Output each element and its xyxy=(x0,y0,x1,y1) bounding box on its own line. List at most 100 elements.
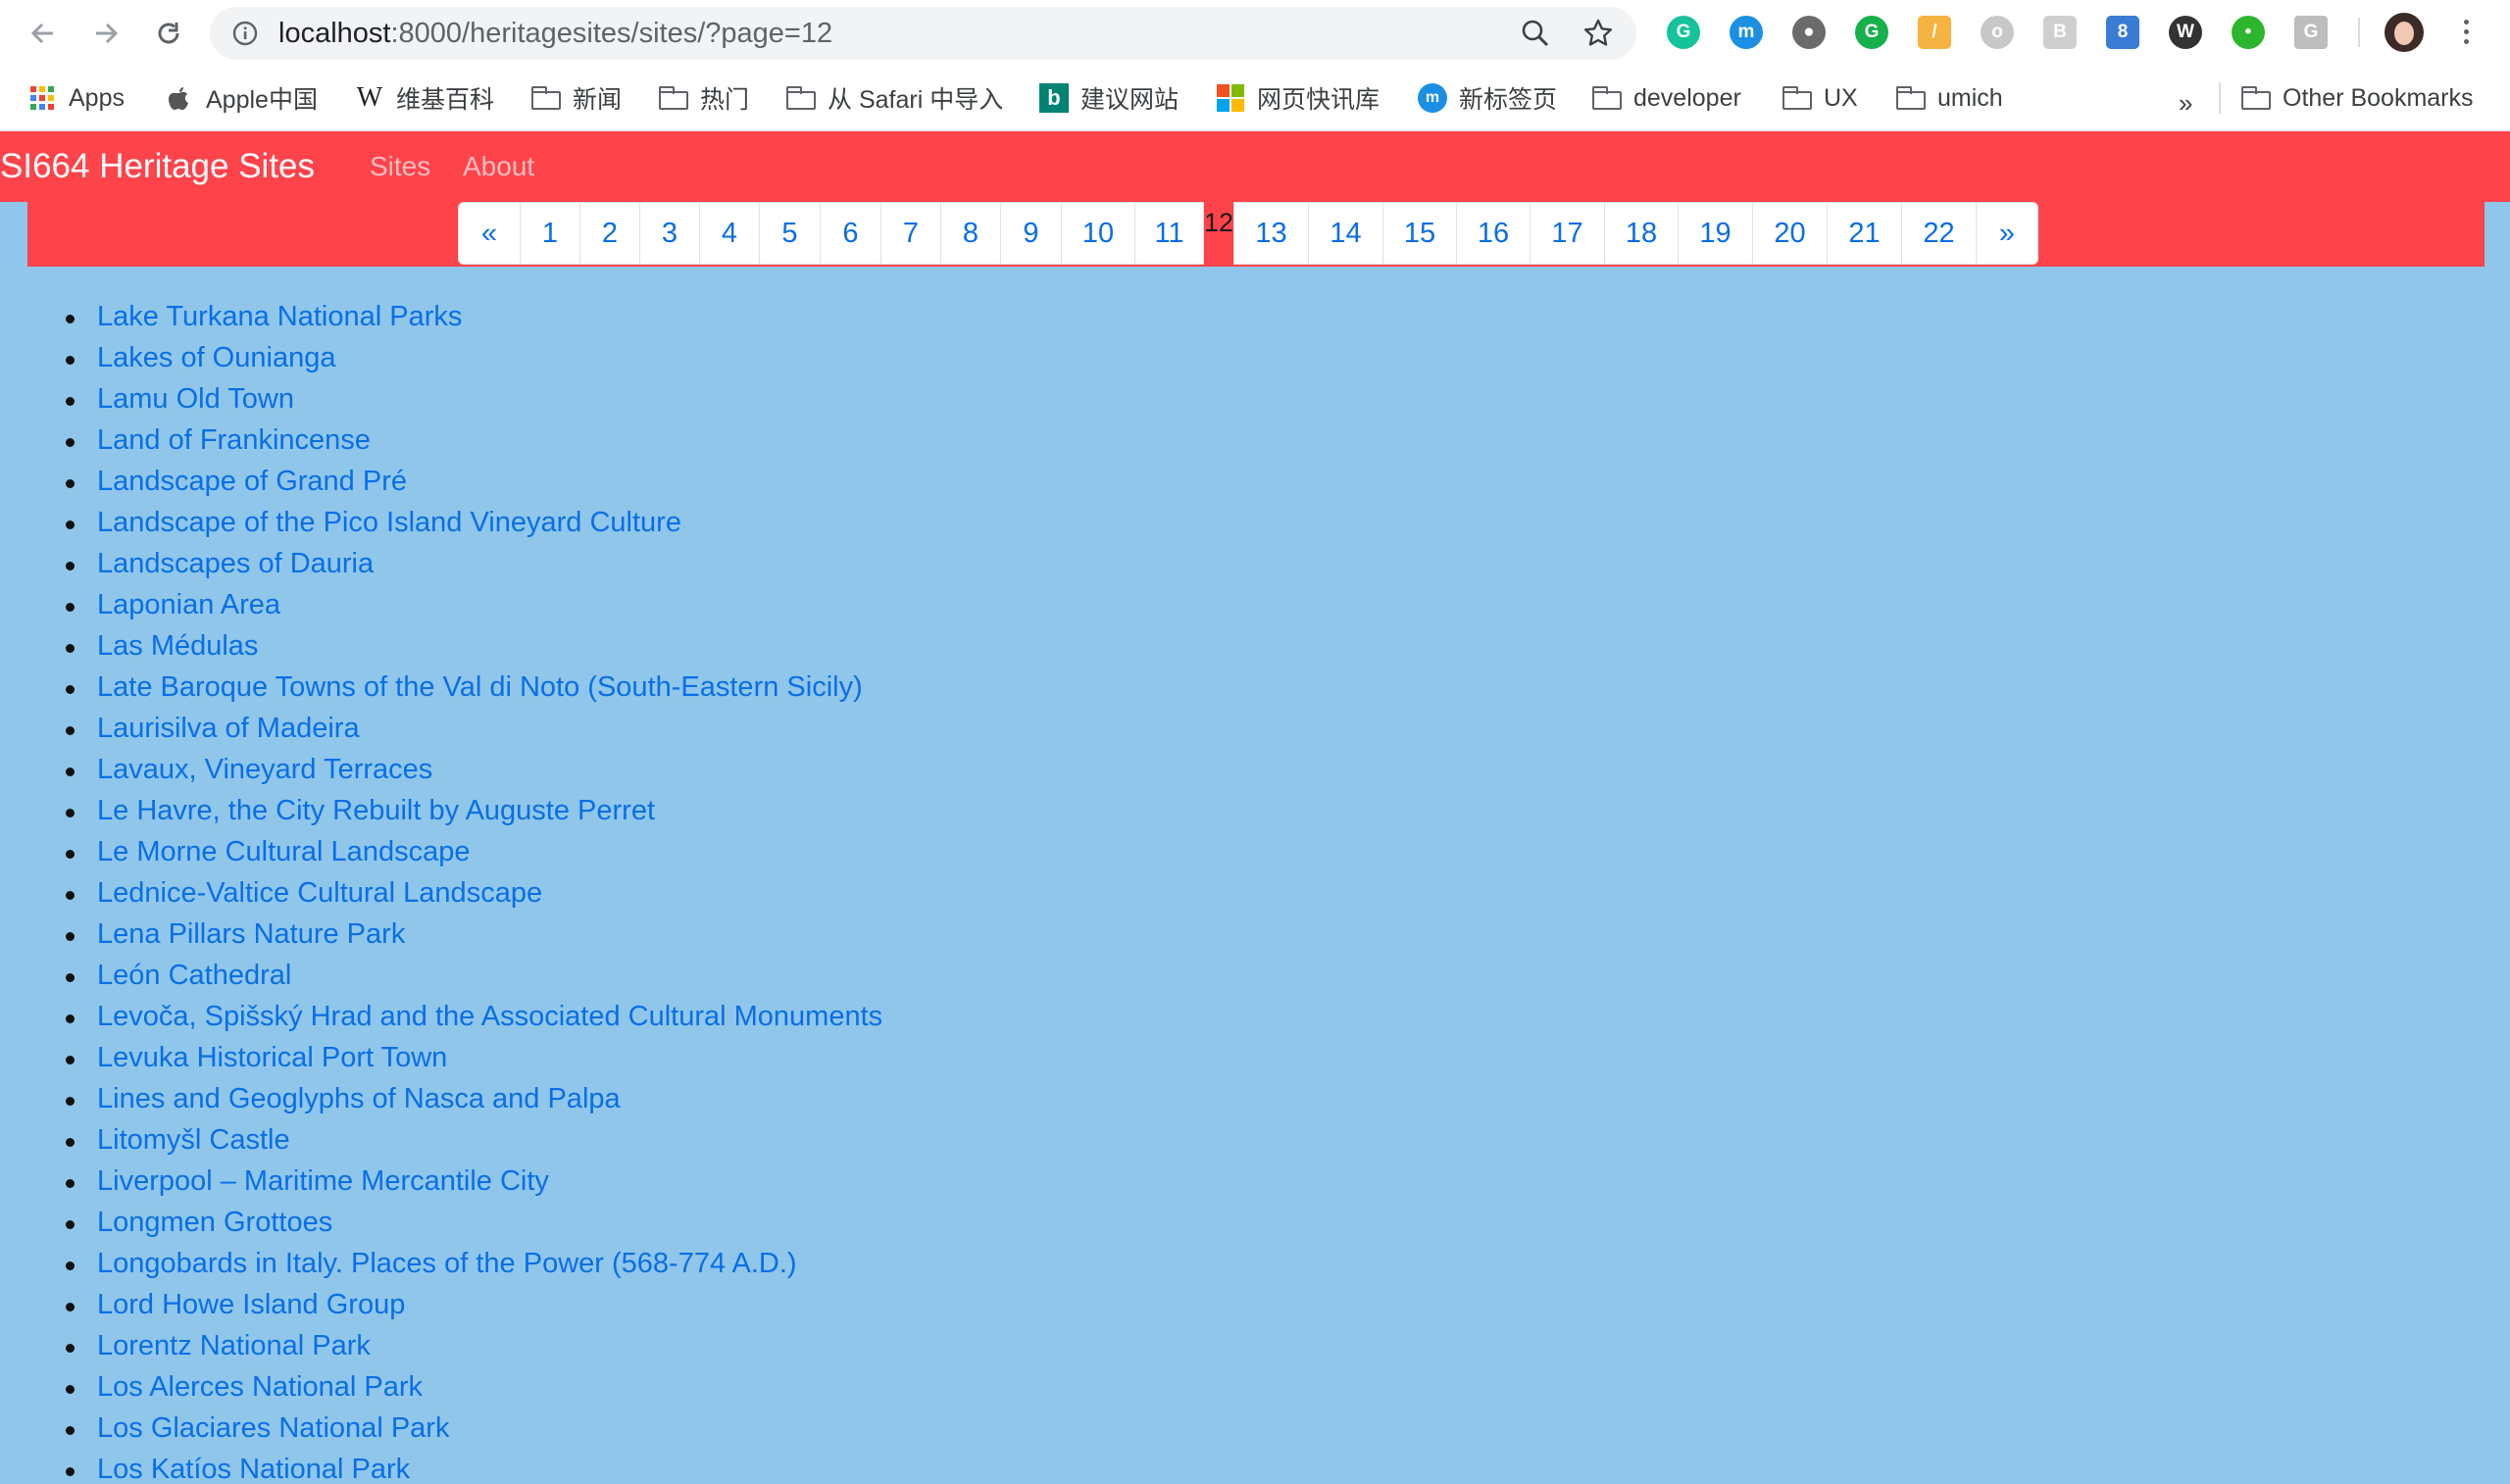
page-link[interactable]: 15 xyxy=(1382,202,1457,265)
bookmark-folder-umich[interactable]: umich xyxy=(1896,80,2003,116)
site-link[interactable]: Late Baroque Towns of the Val di Noto (S… xyxy=(97,671,863,703)
site-link[interactable]: Levuka Historical Port Town xyxy=(97,1042,447,1073)
site-link[interactable]: Los Katíos National Park xyxy=(97,1454,410,1484)
site-link[interactable]: Le Havre, the City Rebuilt by Auguste Pe… xyxy=(97,795,655,826)
bookmark-wikipedia[interactable]: W 维基百科 xyxy=(355,80,494,116)
site-link[interactable]: Laponian Area xyxy=(97,589,280,620)
site-link[interactable]: Lake Turkana National Parks xyxy=(97,301,462,332)
page-link[interactable]: 10 xyxy=(1061,202,1135,265)
brain-extension-icon[interactable]: ● xyxy=(1792,16,1826,49)
site-link[interactable]: Lavaux, Vineyard Terraces xyxy=(97,754,432,785)
page-link[interactable]: 20 xyxy=(1752,202,1828,265)
site-link[interactable]: Lamu Old Town xyxy=(97,383,294,415)
translate-extension-icon[interactable]: 8 xyxy=(2106,16,2139,49)
bookmark-star-icon[interactable] xyxy=(1582,18,1614,49)
site-link[interactable]: Le Morne Cultural Landscape xyxy=(97,836,470,867)
g-extension-icon[interactable]: G xyxy=(2294,16,2328,49)
back-button[interactable] xyxy=(24,14,63,53)
page-link[interactable]: 5 xyxy=(759,202,821,265)
page-link[interactable]: 3 xyxy=(639,202,700,265)
page-next[interactable]: » xyxy=(1976,202,2038,265)
page-link[interactable]: 13 xyxy=(1233,202,1309,265)
w-extension-icon[interactable]: W xyxy=(2169,16,2202,49)
page-link[interactable]: 6 xyxy=(820,202,881,265)
folder-icon xyxy=(1896,83,1926,113)
grammarly-green-icon[interactable]: G xyxy=(1855,16,1888,49)
page-link[interactable]: 2 xyxy=(579,202,640,265)
bank-icon: m xyxy=(1418,83,1447,113)
site-link[interactable]: Liverpool – Maritime Mercantile City xyxy=(97,1165,549,1197)
site-link[interactable]: Landscape of the Pico Island Vineyard Cu… xyxy=(97,507,681,538)
page-link[interactable]: 17 xyxy=(1530,202,1605,265)
site-info-icon[interactable] xyxy=(231,20,259,52)
page-link[interactable]: 11 xyxy=(1134,202,1204,265)
bookmark-apps[interactable]: Apps xyxy=(27,80,125,116)
list-item: Longmen Grottoes xyxy=(0,1202,882,1243)
b-extension-icon[interactable]: B xyxy=(2043,16,2077,49)
bookmark-folder-news[interactable]: 新闻 xyxy=(531,80,622,116)
page-link[interactable]: 18 xyxy=(1604,202,1679,265)
site-link[interactable]: Lorentz National Park xyxy=(97,1330,371,1361)
bookmark-web-slices[interactable]: 网页快讯库 xyxy=(1216,80,1380,116)
disc-extension-icon[interactable]: o xyxy=(1981,16,2014,49)
site-link[interactable]: Longmen Grottoes xyxy=(97,1207,332,1238)
page-link[interactable]: 4 xyxy=(699,202,760,265)
site-link[interactable]: Lakes of Ounianga xyxy=(97,342,335,373)
site-link[interactable]: Land of Frankincense xyxy=(97,424,371,456)
nav-link-sites[interactable]: Sites xyxy=(370,131,430,202)
page-link[interactable]: 19 xyxy=(1678,202,1753,265)
page-link[interactable]: 14 xyxy=(1308,202,1383,265)
list-item: Lorentz National Park xyxy=(0,1325,882,1366)
bookmark-new-tab[interactable]: m 新标签页 xyxy=(1418,80,1557,116)
site-link[interactable]: Lena Pillars Nature Park xyxy=(97,918,405,950)
site-link[interactable]: Los Alerces National Park xyxy=(97,1371,423,1403)
bookmark-folder-popular[interactable]: 热门 xyxy=(659,80,749,116)
list-item: Litomyšl Castle xyxy=(0,1119,882,1161)
site-link[interactable]: Lines and Geoglyphs of Nasca and Palpa xyxy=(97,1083,621,1114)
reload-button[interactable] xyxy=(149,14,188,53)
site-link[interactable]: Lord Howe Island Group xyxy=(97,1289,405,1320)
bank-extension-icon[interactable]: m xyxy=(1730,16,1763,49)
grammarly-icon[interactable]: G xyxy=(1667,16,1700,49)
page-link[interactable]: 21 xyxy=(1827,202,1902,265)
bookmark-folder-safari[interactable]: 从 Safari 中导入 xyxy=(786,80,1003,116)
page-link[interactable]: 16 xyxy=(1456,202,1531,265)
nav-link-about[interactable]: About xyxy=(463,131,534,202)
url-text[interactable]: localhost:8000/heritagesites/sites/?page… xyxy=(278,7,832,60)
site-link[interactable]: León Cathedral xyxy=(97,960,291,991)
list-item: Laponian Area xyxy=(0,584,882,625)
bookmarks-overflow-chevron-icon[interactable]: » xyxy=(2179,88,2192,119)
page-link[interactable]: 22 xyxy=(1901,202,1977,265)
green-dot-extension-icon[interactable]: • xyxy=(2232,16,2265,49)
site-link[interactable]: Los Glaciares National Park xyxy=(97,1412,449,1444)
clipper-extension-icon[interactable]: / xyxy=(1918,16,1951,49)
address-bar[interactable]: localhost:8000/heritagesites/sites/?page… xyxy=(210,7,1636,60)
zoom-icon[interactable] xyxy=(1520,18,1551,49)
site-link[interactable]: Laurisilva of Madeira xyxy=(97,713,360,744)
other-bookmarks[interactable]: Other Bookmarks xyxy=(2241,80,2474,116)
page-prev[interactable]: « xyxy=(458,202,521,265)
menu-dots-icon[interactable] xyxy=(2459,16,2473,49)
site-link[interactable]: Longobards in Italy. Places of the Power… xyxy=(97,1248,797,1279)
bookmark-apple[interactable]: Apple中国 xyxy=(165,80,318,116)
forward-button[interactable] xyxy=(86,14,126,53)
navbar-brand[interactable]: SI664 Heritage Sites xyxy=(0,131,315,202)
page-link[interactable]: 1 xyxy=(520,202,580,265)
site-link[interactable]: Levoča, Spišský Hrad and the Associated … xyxy=(97,1001,882,1032)
site-link[interactable]: Lednice-Valtice Cultural Landscape xyxy=(97,877,542,909)
site-link[interactable]: Las Médulas xyxy=(97,630,258,662)
list-item: Los Glaciares National Park xyxy=(0,1408,882,1449)
site-link[interactable]: Landscape of Grand Pré xyxy=(97,466,407,497)
site-link[interactable]: Landscapes of Dauria xyxy=(97,548,374,579)
page-link[interactable]: 7 xyxy=(880,202,941,265)
bookmark-folder-developer[interactable]: developer xyxy=(1592,80,1741,116)
bookmarks-bar: Apps Apple中国 W 维基百科 新闻 热门 从 Safari 中导入 b… xyxy=(0,65,2510,131)
bookmark-suggested-sites[interactable]: b 建议网站 xyxy=(1039,80,1179,116)
pagination: « 1 2 3 4 5 6 7 8 9 10 11 12 13 14 15 16… xyxy=(458,202,2038,267)
bookmark-folder-ux[interactable]: UX xyxy=(1782,80,1858,116)
page-link[interactable]: 8 xyxy=(940,202,1001,265)
profile-avatar[interactable] xyxy=(2384,13,2424,52)
page-link[interactable]: 9 xyxy=(1000,202,1062,265)
browser-toolbar: localhost:8000/heritagesites/sites/?page… xyxy=(0,0,2510,65)
site-link[interactable]: Litomyšl Castle xyxy=(97,1124,290,1156)
